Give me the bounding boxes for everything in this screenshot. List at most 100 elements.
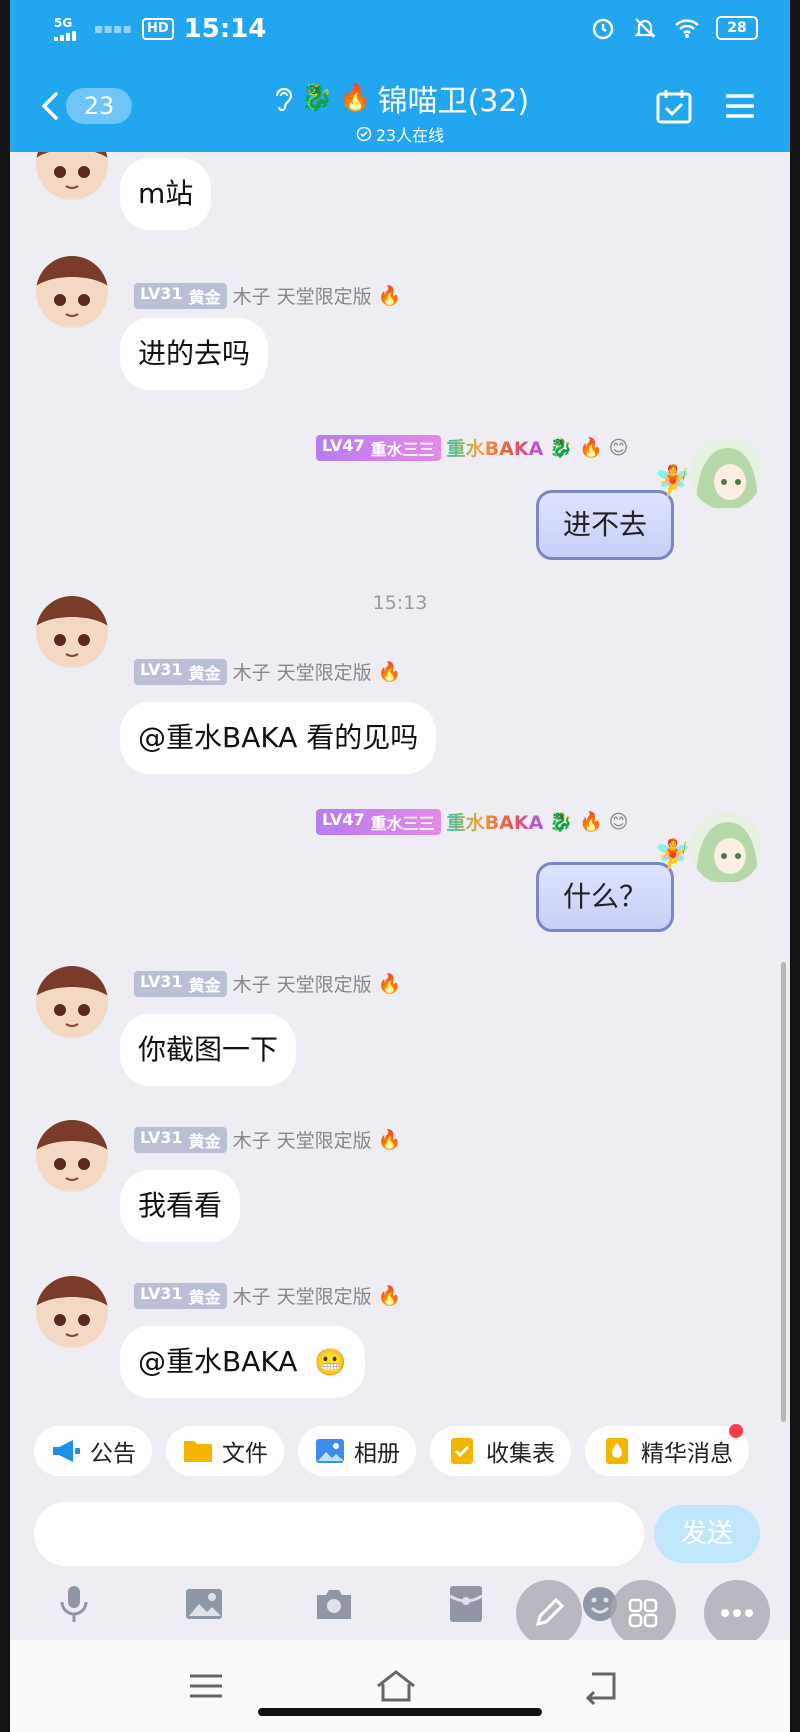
sticker-girl-icon: 🧚 [654,464,692,499]
menu-icon[interactable] [720,86,760,126]
camera-icon[interactable] [314,1584,354,1624]
image-icon[interactable] [184,1584,224,1624]
sender-title: 天堂限定版 [276,974,372,996]
avatar-muzi[interactable] [36,256,108,328]
avatar-muzi[interactable] [36,596,108,668]
sender-title: 天堂限定版 [276,1130,372,1152]
flame-icon: 🔥 [377,1129,402,1151]
sender-info-self: LV47 重水三三 重水BAKA 🐉 🔥 😊 [316,434,628,461]
avatar-muzi[interactable] [36,152,108,200]
megaphone-icon [53,1440,80,1462]
battery-icon: 28 [716,16,758,40]
pencil-icon [535,1597,565,1627]
flame-icon: 🔥 [578,437,603,459]
message-bubble[interactable]: 我看看 [120,1170,241,1242]
avatar-muzi[interactable] [36,1120,108,1192]
grid-icon [628,1598,658,1628]
avatar-muzi[interactable] [36,966,108,1038]
flame-icon: 🔥 [377,1285,402,1307]
level-badge: LV31 黄金 [134,282,227,309]
status-bar: 5G ▪▪▪▪ HD 15:14 28 [10,0,790,60]
sender-title: 天堂限定版 [276,662,372,684]
sender-name: 木子 [232,974,271,996]
quick-collection-form-button[interactable]: 收集表 [430,1426,571,1476]
level-badge: LV31 黄金 [134,970,227,997]
message-input[interactable] [34,1502,644,1566]
signal-dim-icon: ▪▪▪▪ [94,21,132,37]
flame-icon: 🔥 [578,811,603,833]
sticker-girl-icon: 🧚 [654,838,692,873]
home-indicator[interactable] [258,1708,542,1716]
photo-album-icon [316,1439,344,1463]
wifi-icon [675,19,699,38]
online-check-icon [356,126,372,142]
mute-bell-icon [634,18,656,38]
quick-essence-button[interactable]: 精华消息 [585,1424,749,1476]
recent-apps-icon[interactable] [184,1666,228,1706]
level-badge: LV31 黄金 [134,1282,227,1309]
red-packet-icon[interactable] [446,1584,486,1624]
avatar-self[interactable] [690,812,762,884]
dragon-icon: 🐉 [300,83,334,113]
microphone-icon[interactable] [54,1584,94,1624]
sender-name: 木子 [232,1286,271,1308]
chat-screen: 5G ▪▪▪▪ HD 15:14 28 23 🐉 🔥 锦喵卫(32) 23人在线… [10,0,790,1732]
send-button[interactable]: 发送 [654,1505,760,1563]
sender-info: LV31 黄金 木子 天堂限定版 🔥 [134,282,401,309]
timestamp: 15:13 [372,592,428,614]
back-nav-icon[interactable] [580,1666,624,1706]
message-bubble[interactable]: 你截图一下 [120,1014,297,1086]
clock: 15:14 [183,14,267,44]
calendar-check-icon[interactable] [654,86,694,126]
quick-album-button[interactable]: 相册 [298,1426,416,1476]
sender-name: 木子 [232,1130,271,1152]
signal-icon: 5G [54,17,84,41]
chat-header: 5G ▪▪▪▪ HD 15:14 28 23 🐉 🔥 锦喵卫(32) 23人在线 [10,0,790,152]
flame-icon: 🔥 [377,661,402,683]
message-bubble[interactable]: m站 [120,158,212,230]
dragon-icon: 🐉 [549,811,573,833]
dragon-icon: 🐉 [549,437,573,459]
avatar-self[interactable] [690,438,762,510]
sender-title: 天堂限定版 [276,1286,372,1308]
level-badge: LV47 重水三三 [316,434,441,461]
group-name: 锦喵卫(32) [377,84,530,119]
new-dot-badge [729,1424,743,1438]
sender-name: 重水BAKA [447,434,544,461]
sender-info: LV31 黄金 木子 天堂限定版 🔥 [134,658,401,685]
folder-icon [184,1441,212,1462]
sender-info: LV31 黄金 木子 天堂限定版 🔥 [134,1126,401,1153]
face-icon: 😊 [608,810,629,833]
quick-files-button[interactable]: 文件 [166,1426,284,1476]
checklist-icon [451,1438,473,1464]
network-type: 5G [54,16,73,30]
more-floating-button[interactable] [704,1580,770,1646]
more-dots-icon [721,1609,753,1617]
message-bubble[interactable]: 进的去吗 [120,318,269,390]
ear-icon [275,87,292,112]
level-badge: LV31 黄金 [134,658,227,685]
online-count: 23人在线 [375,126,445,145]
avatar-muzi[interactable] [36,1276,108,1348]
face-icon: 😊 [608,436,629,459]
sender-name: 木子 [232,286,271,308]
message-bubble[interactable]: @重水BAKA 😬 [120,1326,365,1398]
sender-title: 天堂限定版 [276,286,372,308]
message-bubble[interactable]: @重水BAKA 看的见吗 [120,702,437,774]
hd-icon: HD [141,18,174,40]
home-icon[interactable] [374,1666,418,1706]
sender-name: 木子 [232,662,271,684]
scrollbar[interactable] [781,962,786,1422]
flame-icon: 🔥 [377,973,402,995]
sender-info: LV31 黄金 木子 天堂限定版 🔥 [134,970,401,997]
alarm-icon [592,18,614,40]
level-badge: LV31 黄金 [134,1126,227,1153]
quick-announcement-button[interactable]: 公告 [34,1426,152,1476]
grin-emoji-icon: 😬 [314,1348,347,1378]
edit-floating-button[interactable] [516,1580,582,1646]
apps-floating-button[interactable] [610,1580,676,1646]
message-list[interactable]: m站 LV31 黄金 木子 天堂限定版 🔥 进的去吗 LV47 重水三三 重水BAK… [10,152,790,1432]
essence-icon [606,1438,628,1464]
message-bubble-self[interactable]: 进不去 [536,490,675,560]
level-badge: LV47 重水三三 [316,808,441,835]
